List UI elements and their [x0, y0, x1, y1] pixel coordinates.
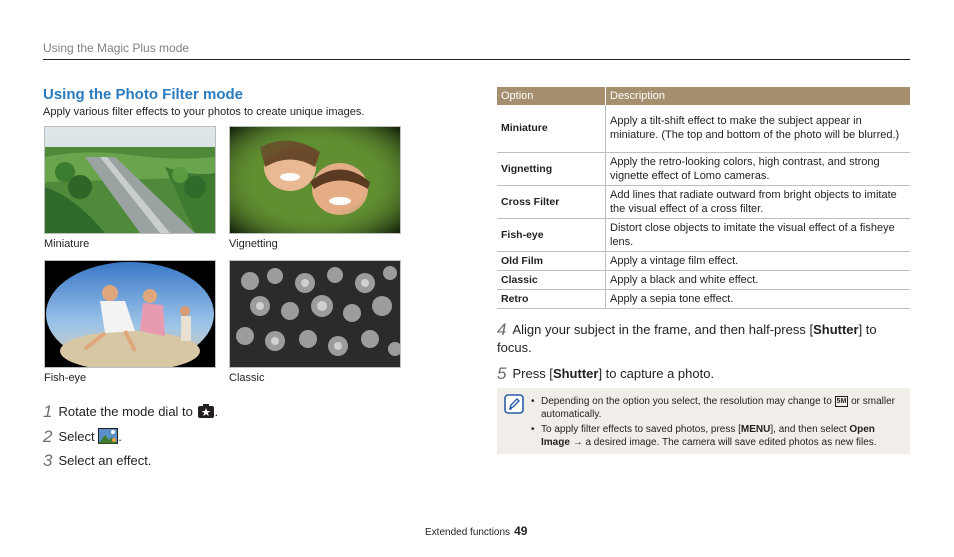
- option-description: Apply a vintage film effect.: [605, 251, 910, 271]
- table-row: Cross Filter Add lines that radiate outw…: [497, 185, 910, 219]
- option-description: Apply a black and white effect.: [605, 270, 910, 290]
- table-header-row: Option Description: [497, 87, 910, 105]
- photo-caption-vignetting: Vignetting: [229, 238, 278, 250]
- option-description: Apply a sepia tone effect.: [605, 289, 910, 309]
- note-item: To apply filter effects to saved photos,…: [531, 423, 901, 449]
- note-text: Depending on the option you select, the …: [541, 396, 832, 407]
- header-section-path: Using the Magic Plus mode: [43, 41, 190, 55]
- column-header-description: Description: [605, 87, 910, 105]
- photo-caption-fisheye: Fish-eye: [44, 372, 87, 384]
- page-footer: Extended functions 49: [425, 524, 527, 538]
- note-pencil-icon: [504, 394, 524, 419]
- note-list: Depending on the option you select, the …: [531, 395, 901, 451]
- step-5: 5 Press [Shutter] to capture a photo.: [497, 363, 714, 383]
- note-text: ], and then select: [770, 424, 847, 435]
- table-row: Fish-eye Distort close objects to imitat…: [497, 218, 910, 252]
- table-row: Miniature Apply a tilt-shift effect to m…: [497, 105, 910, 153]
- shutter-key-label: Shutter: [813, 322, 859, 337]
- option-name: Vignetting: [497, 152, 606, 186]
- filter-options-table: Option Description Miniature Apply a til…: [497, 87, 910, 309]
- step-text: Select an effect.: [58, 453, 152, 468]
- note-box: Depending on the option you select, the …: [497, 388, 910, 454]
- step-number: 4: [497, 320, 507, 339]
- section-title: Using the Photo Filter mode: [43, 86, 244, 103]
- option-description: Apply a tilt-shift effect to make the su…: [605, 105, 910, 153]
- table-row: Classic Apply a black and white effect.: [497, 270, 910, 290]
- photo-caption-classic: Classic: [229, 372, 265, 384]
- step-number: 3: [43, 451, 53, 470]
- step-suffix: .: [214, 404, 219, 419]
- step-text: Rotate the mode dial to: [58, 404, 193, 419]
- fisheye-photo: [44, 260, 216, 368]
- step-number: 5: [497, 364, 507, 383]
- step-4: 4 Align your subject in the frame, and th…: [497, 320, 902, 357]
- option-name: Classic: [497, 270, 606, 290]
- step-text-before: Press [: [512, 366, 553, 381]
- header-divider: [43, 59, 910, 60]
- footer-label: Extended functions: [425, 527, 511, 538]
- table-row: Retro Apply a sepia tone effect.: [497, 289, 910, 309]
- column-header-option: Option: [497, 87, 606, 105]
- option-description: Apply the retro-looking colors, high con…: [605, 152, 910, 186]
- option-description: Add lines that radiate outward from brig…: [605, 185, 910, 219]
- step-text-before: Align your subject in the frame, and the…: [512, 322, 814, 337]
- page-number: 49: [514, 524, 528, 538]
- classic-photo: [229, 260, 401, 368]
- step-2: 2 Select .: [43, 426, 122, 447]
- arrow-icon: →: [572, 437, 583, 448]
- option-name: Fish-eye: [497, 218, 606, 252]
- shutter-key-label: Shutter: [552, 366, 599, 381]
- miniature-photo: [44, 126, 216, 234]
- resolution-5m-icon: 5M: [834, 395, 849, 407]
- option-name: Miniature: [497, 105, 606, 153]
- magic-plus-mode-icon: [197, 403, 215, 422]
- step-number: 2: [43, 427, 53, 446]
- option-name: Old Film: [497, 251, 606, 271]
- step-text: Select: [58, 429, 95, 444]
- photo-caption-miniature: Miniature: [44, 238, 90, 250]
- photo-filter-icon: [98, 428, 119, 447]
- option-description: Distort close objects to imitate the vis…: [605, 218, 910, 252]
- section-intro: Apply various filter effects to your pho…: [43, 106, 365, 118]
- step-text-after: ] to capture a photo.: [598, 366, 715, 381]
- table-row: Old Film Apply a vintage film effect.: [497, 251, 910, 271]
- note-item: Depending on the option you select, the …: [531, 395, 901, 421]
- menu-key-label: MENU: [740, 424, 771, 435]
- option-name: Retro: [497, 289, 606, 309]
- note-text: a desired image. The camera will save ed…: [585, 437, 877, 448]
- option-name: Cross Filter: [497, 185, 606, 219]
- step-suffix: .: [118, 429, 122, 444]
- step-number: 1: [43, 402, 53, 421]
- step-3: 3 Select an effect.: [43, 450, 151, 470]
- vignetting-photo: [229, 126, 401, 234]
- table-row: Vignetting Apply the retro-looking color…: [497, 152, 910, 186]
- step-1: 1 Rotate the mode dial to .: [43, 401, 218, 422]
- note-text: To apply filter effects to saved photos,…: [541, 424, 741, 435]
